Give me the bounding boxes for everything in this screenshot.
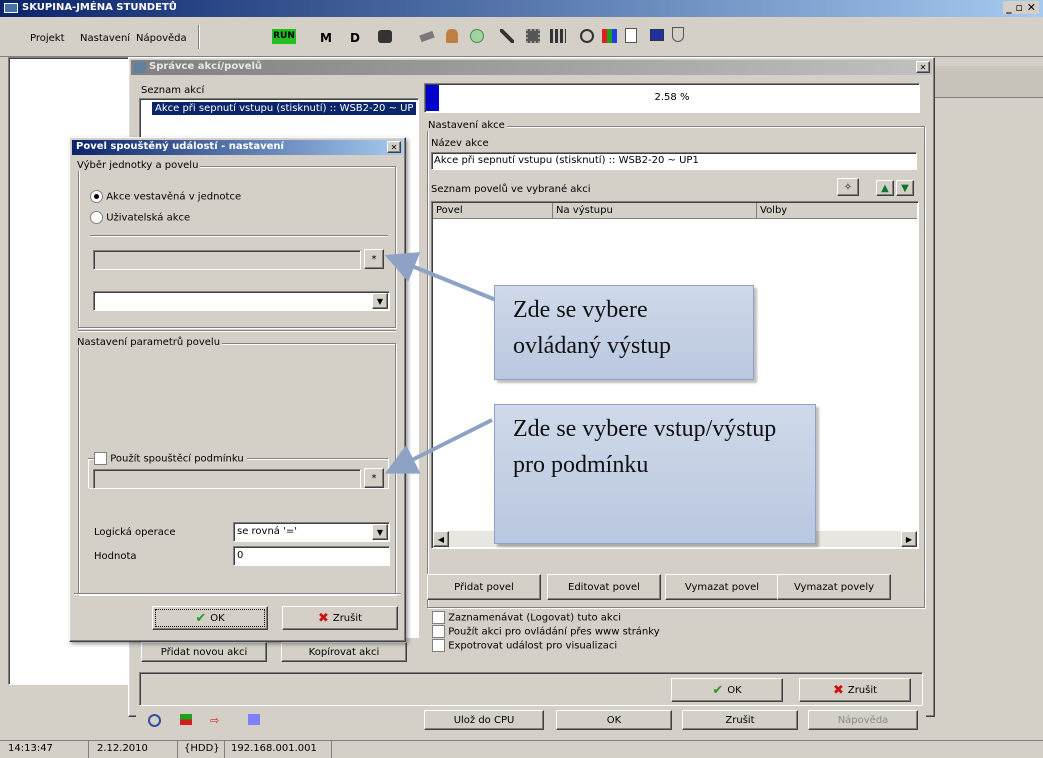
callout-output: Zde se vybere ovládaný výstup [494, 285, 754, 380]
callout-condition: Zde se vybere vstup/výstup pro podmínku [494, 404, 816, 544]
callout-arrow-output [384, 252, 497, 302]
callout-output-text: Zde se vybere ovládaný výstup [513, 297, 671, 359]
callout-condition-text: Zde se vybere vstup/výstup pro podmínku [513, 416, 777, 478]
callout-arrow-condition [384, 418, 493, 474]
